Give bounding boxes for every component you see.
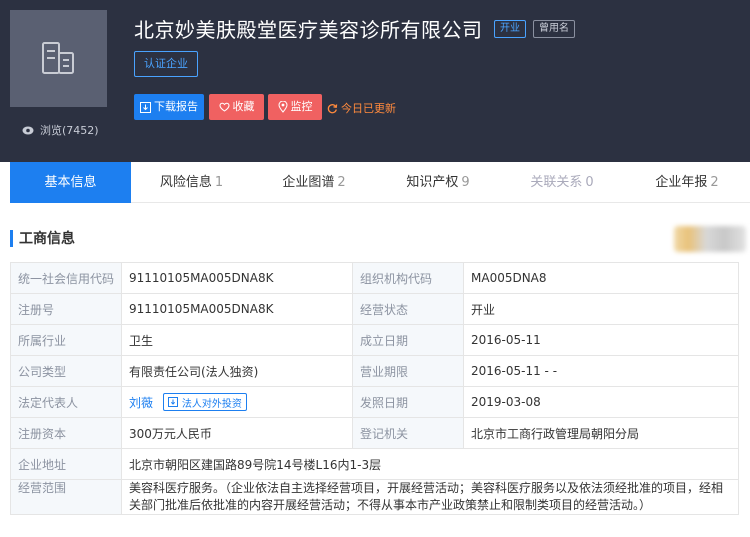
scope-label: 经营范围 [10, 479, 122, 515]
view-count-label: 浏览(7452) [40, 124, 99, 137]
tab-label: 基本信息 [44, 175, 97, 190]
company-name: 北京妙美肤殿堂医疗美容诊所有限公司 [134, 18, 483, 42]
collect-button[interactable]: 收藏 [209, 94, 264, 120]
capital-label: 注册资本 [10, 417, 122, 449]
download-icon [140, 101, 151, 113]
company-logo [10, 10, 107, 107]
table-row: 统一社会信用代码 91110105MA005DNA8K 组织机构代码 MA005… [10, 262, 739, 294]
former-name-badge[interactable]: 曾用名 [533, 20, 575, 38]
monitor-label: 监控 [290, 100, 313, 113]
table-row: 经营范围 美容科医疗服务。（企业依法自主选择经营项目，开展经营活动；美容科医疗服… [10, 479, 739, 515]
company-header: 浏览(7452) 北京妙美肤殿堂医疗美容诊所有限公司 开业 曾用名 认证企业 下… [0, 0, 750, 162]
biz-term-label: 营业期限 [352, 355, 464, 387]
legal-rep-cell: 刘薇 法人对外投资 [121, 386, 353, 418]
authority-value: 北京市工商行政管理局朝阳分局 [463, 417, 739, 449]
table-row: 所属行业 卫生 成立日期 2016-05-11 [10, 324, 739, 356]
section-heading: 工商信息 [10, 228, 75, 248]
download-report-button[interactable]: 下载报告 [134, 94, 204, 120]
table-row: 企业地址 北京市朝阳区建国路89号院14号楼L16内1-3层 [10, 448, 739, 480]
tab-annual-report[interactable]: 企业年报 2 [624, 162, 750, 203]
scope-value: 美容科医疗服务。（企业依法自主选择经营项目，开展经营活动；美容科医疗服务以及依法… [121, 479, 739, 515]
location-pin-icon [277, 101, 288, 113]
tab-related-relations[interactable]: 关联关系 0 [500, 162, 624, 203]
tab-count: 2 [337, 175, 346, 190]
reg-no-label: 注册号 [10, 293, 122, 325]
section-accent-bar [10, 229, 13, 247]
tab-intellectual-property[interactable]: 知识产权 9 [376, 162, 500, 203]
address-label: 企业地址 [10, 448, 122, 480]
business-info-table: 统一社会信用代码 91110105MA005DNA8K 组织机构代码 MA005… [10, 262, 739, 515]
tab-label: 知识产权 [406, 175, 459, 190]
founded-value: 2016-05-11 [463, 324, 739, 356]
download-label: 下载报告 [154, 100, 198, 113]
biz-status-label: 经营状态 [352, 293, 464, 325]
address-value: 北京市朝阳区建国路89号院14号楼L16内1-3层 [121, 448, 739, 480]
external-investment-label: 法人对外投资 [181, 398, 242, 410]
table-row: 公司类型 有限责任公司(法人独资) 营业期限 2016-05-11 - - [10, 355, 739, 387]
table-row: 注册号 91110105MA005DNA8K 经营状态 开业 [10, 293, 739, 325]
updated-label: 今日已更新 [341, 102, 396, 115]
industry-label: 所属行业 [10, 324, 122, 356]
eye-icon [22, 126, 34, 134]
tab-enterprise-graph[interactable]: 企业图谱 2 [252, 162, 376, 203]
authority-label: 登记机关 [352, 417, 464, 449]
monitor-button[interactable]: 监控 [268, 94, 322, 120]
certified-badge[interactable]: 认证企业 [134, 51, 198, 77]
tab-bar: 基本信息 风险信息 1 企业图谱 2 知识产权 9 关联关系 0 企业年报 2 [10, 162, 750, 203]
biz-term-value: 2016-05-11 - - [463, 355, 739, 387]
capital-value: 300万元人民币 [121, 417, 353, 449]
reg-no-value: 91110105MA005DNA8K [121, 293, 353, 325]
company-type-value: 有限责任公司(法人独资) [121, 355, 353, 387]
blurred-image [674, 226, 746, 252]
refresh-icon [327, 103, 338, 113]
tab-count: 1 [214, 175, 224, 190]
industry-value: 卫生 [121, 324, 353, 356]
table-row: 注册资本 300万元人民币 登记机关 北京市工商行政管理局朝阳分局 [10, 417, 739, 449]
tab-label: 企业年报 [655, 175, 708, 190]
credit-code-value: 91110105MA005DNA8K [121, 262, 353, 294]
credit-code-label: 统一社会信用代码 [10, 262, 122, 294]
company-type-label: 公司类型 [10, 355, 122, 387]
section-title: 工商信息 [19, 231, 75, 247]
status-badge: 开业 [494, 20, 526, 38]
founded-label: 成立日期 [352, 324, 464, 356]
tab-label: 关联关系 [530, 175, 583, 190]
tab-basic-info[interactable]: 基本信息 [10, 162, 131, 203]
building-icon [41, 41, 74, 74]
collect-label: 收藏 [232, 100, 255, 113]
tab-label: 风险信息 [159, 175, 212, 190]
table-row: 法定代表人 刘薇 法人对外投资 发照日期 2019-03-08 [10, 386, 739, 418]
org-code-label: 组织机构代码 [352, 262, 464, 294]
tab-count: 9 [461, 175, 470, 190]
heart-icon [219, 102, 229, 112]
issue-date-value: 2019-03-08 [463, 386, 739, 418]
org-code-value: MA005DNA8 [463, 262, 739, 294]
biz-status-value: 开业 [463, 293, 739, 325]
view-count: 浏览(7452) [22, 122, 99, 138]
investment-icon [167, 397, 178, 407]
legal-rep-label: 法定代表人 [10, 386, 122, 418]
legal-rep-link[interactable]: 刘薇 [129, 396, 153, 410]
updated-indicator: 今日已更新 [327, 100, 396, 116]
tab-count: 0 [585, 175, 594, 190]
external-investment-button[interactable]: 法人对外投资 [162, 393, 247, 411]
issue-date-label: 发照日期 [352, 386, 464, 418]
tab-label: 企业图谱 [282, 175, 335, 190]
tab-count: 2 [710, 175, 719, 190]
tab-risk-info[interactable]: 风险信息 1 [131, 162, 252, 203]
